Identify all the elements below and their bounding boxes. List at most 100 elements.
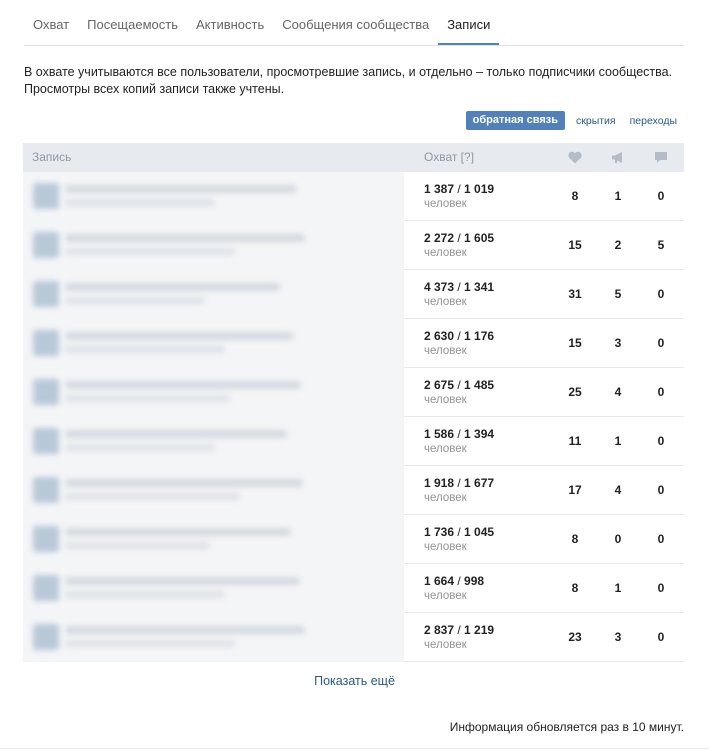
table-row[interactable]: 2 272 / 1 605 человек 15 2 5: [23, 221, 684, 270]
table-row[interactable]: 1 736 / 1 045 человек 8 0 0: [23, 515, 684, 564]
shares-count: 4: [614, 385, 622, 399]
reach-unit: человек: [424, 198, 467, 210]
post-text-blurred: [65, 199, 215, 206]
reach-value: 1 387 / 1 019: [424, 182, 494, 196]
post-preview-blurred[interactable]: [23, 515, 404, 564]
comments-count: 5: [657, 238, 665, 252]
reach-total: 1 736: [424, 525, 455, 539]
comments-count: 0: [657, 434, 665, 448]
post-stats: 1 586 / 1 394 человек 11 1 0: [404, 417, 684, 466]
table-row[interactable]: 1 586 / 1 394 человек 11 1 0: [23, 417, 684, 466]
comments-count: 0: [657, 581, 665, 595]
reach-subscribers: 998: [464, 574, 485, 588]
post-stats: 2 837 / 1 219 человек 23 3 0: [404, 613, 684, 662]
post-stats: 1 736 / 1 045 человек 8 0 0: [404, 515, 684, 564]
post-text-blurred: [65, 577, 300, 585]
table-row[interactable]: 4 373 / 1 341 человек 31 5 0: [23, 270, 684, 319]
likes-count: 23: [568, 630, 582, 644]
column-header-reach[interactable]: Охват [?]: [424, 150, 474, 164]
post-stats: 1 664 / 998 человек 8 1 0: [404, 564, 684, 613]
post-stats: 2 675 / 1 485 человек 25 4 0: [404, 368, 684, 417]
post-thumbnail: [33, 330, 59, 356]
clicks-filter-button[interactable]: переходы: [623, 112, 684, 130]
post-thumbnail: [33, 477, 59, 503]
reach-description: В охвате учитываются все пользователи, п…: [24, 64, 684, 98]
reach-unit: человек: [424, 443, 467, 455]
show-more-label[interactable]: Показать ещё: [314, 674, 395, 688]
post-text-blurred: [65, 283, 280, 291]
column-header-post[interactable]: Запись: [32, 150, 71, 164]
reach-value: 2 675 / 1 485: [424, 378, 494, 392]
reach-separator: /: [454, 623, 465, 637]
post-stats: 1 387 / 1 019 человек 8 1 0: [404, 172, 684, 221]
reach-subscribers: 1 176: [464, 329, 495, 343]
reach-unit: человек: [424, 639, 467, 651]
likes-count: 15: [568, 336, 582, 350]
post-stats: 2 630 / 1 176 человек 15 3 0: [404, 319, 684, 368]
table-row[interactable]: 2 675 / 1 485 человек 25 4 0: [23, 368, 684, 417]
table-row[interactable]: 1 387 / 1 019 человек 8 1 0: [23, 172, 684, 221]
post-thumbnail: [33, 575, 59, 601]
tab-community-messages[interactable]: Сообщения сообщества: [273, 0, 438, 45]
tab-activity[interactable]: Активность: [187, 0, 273, 45]
reach-value: 2 630 / 1 176: [424, 329, 494, 343]
reach-value: 4 373 / 1 341: [424, 280, 494, 294]
table-row[interactable]: 1 918 / 1 677 человек 17 4 0: [23, 466, 684, 515]
description-line-2: Просмотры всех копий записи также учтены…: [24, 82, 285, 96]
post-preview-blurred[interactable]: [23, 319, 404, 368]
post-thumbnail: [33, 232, 59, 258]
shares-count: 1: [614, 434, 622, 448]
stats-page: Охват Посещаемость Активность Сообщения …: [0, 0, 709, 754]
tab-attendance[interactable]: Посещаемость: [78, 0, 187, 45]
table-row[interactable]: 2 837 / 1 219 человек 23 3 0: [23, 613, 684, 662]
comment-icon[interactable]: [654, 151, 668, 164]
comments-count: 0: [657, 189, 665, 203]
table-row[interactable]: 2 630 / 1 176 человек 15 3 0: [23, 319, 684, 368]
shares-count: 4: [614, 483, 622, 497]
reach-separator: /: [454, 378, 465, 392]
post-preview-blurred[interactable]: [23, 270, 404, 319]
post-stats: 4 373 / 1 341 человек 31 5 0: [404, 270, 684, 319]
feedback-filter-button[interactable]: обратная связь: [465, 111, 566, 130]
reach-total: 1 918: [424, 476, 455, 490]
reach-total: 1 387: [424, 182, 455, 196]
post-preview-blurred[interactable]: [23, 613, 404, 662]
tab-reach[interactable]: Охват: [24, 0, 78, 45]
post-text-blurred: [65, 185, 297, 193]
reach-total: 4 373: [424, 280, 455, 294]
reach-unit: человек: [424, 394, 467, 406]
heart-icon[interactable]: [568, 151, 582, 164]
comments-count: 0: [657, 336, 665, 350]
table-row[interactable]: 1 664 / 998 человек 8 1 0: [23, 564, 684, 613]
post-preview-blurred[interactable]: [23, 466, 404, 515]
update-notice: Информация обновляется раз в 10 минут.: [449, 720, 684, 734]
post-preview-blurred[interactable]: [23, 172, 404, 221]
description-line-1: В охвате учитываются все пользователи, п…: [24, 65, 673, 79]
likes-count: 31: [568, 287, 582, 301]
post-text-blurred: [65, 444, 215, 451]
reach-subscribers: 1 341: [464, 280, 495, 294]
shares-count: 1: [614, 189, 622, 203]
tab-posts[interactable]: Записи: [438, 0, 500, 45]
shares-count: 0: [614, 532, 622, 546]
post-preview-blurred[interactable]: [23, 417, 404, 466]
likes-count: 15: [568, 238, 582, 252]
reach-separator: /: [454, 427, 465, 441]
post-preview-blurred[interactable]: [23, 221, 404, 270]
likes-count: 8: [571, 581, 579, 595]
table-header: Запись Охват [?]: [23, 143, 684, 172]
megaphone-icon[interactable]: [611, 151, 625, 164]
post-preview-blurred[interactable]: [23, 564, 404, 613]
show-more-link[interactable]: Показать ещё: [0, 674, 709, 688]
reach-separator: /: [454, 329, 465, 343]
reach-separator: /: [454, 525, 465, 539]
reach-subscribers: 1 605: [464, 231, 495, 245]
reach-separator: /: [454, 280, 465, 294]
reach-subscribers: 1 219: [464, 623, 495, 637]
shares-count: 2: [614, 238, 622, 252]
reach-value: 2 272 / 1 605: [424, 231, 494, 245]
hides-filter-button[interactable]: скрытия: [569, 112, 623, 130]
reach-subscribers: 1 394: [464, 427, 495, 441]
stats-tabs: Охват Посещаемость Активность Сообщения …: [24, 0, 684, 46]
post-preview-blurred[interactable]: [23, 368, 404, 417]
